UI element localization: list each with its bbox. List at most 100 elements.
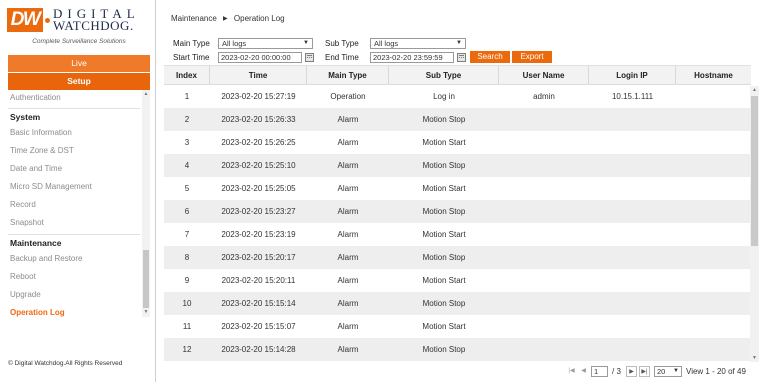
cell-time: 2023-02-20 15:15:07 [221,322,296,331]
cell-main-type: Alarm [337,207,359,216]
end-time-label: End Time [325,53,359,62]
search-button[interactable]: Search [470,51,510,63]
cell-index: 2 [184,115,190,124]
cell-user-name [499,177,589,200]
cell-hostname [676,131,751,154]
start-time-input[interactable]: 2023-02-20 00:00:00 [218,52,302,63]
scroll-up-arrow-icon[interactable]: ▲ [750,87,759,93]
previous-page-icon[interactable]: ◀ [578,366,589,377]
menu-group-system[interactable]: System [8,111,150,124]
cell-login-ip: 10.15.1.111 [611,92,654,101]
cell-time: 2023-02-20 15:27:19 [221,92,296,101]
chevron-down-icon: ▼ [456,40,462,46]
live-button[interactable]: Live [8,55,150,72]
last-page-icon[interactable]: ▶| [639,366,650,377]
cell-time: 2023-02-20 15:26:25 [221,138,296,147]
cell-hostname [676,177,751,200]
table-row[interactable]: 7 2023-02-20 15:23:19 Alarm Motion Start [164,223,751,246]
cell-time: 2023-02-20 15:23:19 [221,230,296,239]
cell-index: 4 [184,161,190,170]
cell-index: 9 [184,276,190,285]
page-size-value: 20 [657,367,666,376]
column-header-login-ip[interactable]: Login IP [589,66,676,84]
table-row[interactable]: 1 2023-02-20 15:27:19 Operation Log in a… [164,85,751,108]
menu-item-authentication[interactable]: Authentication [8,90,150,106]
menu-item-basic-information[interactable]: Basic Information [8,124,150,142]
cell-sub-type: Motion Stop [422,115,466,124]
menu-item-snapshot[interactable]: Snapshot [8,214,150,232]
setup-button[interactable]: Setup [8,73,150,90]
menu-item-micro-sd-management[interactable]: Micro SD Management [8,178,150,196]
column-header-main-type[interactable]: Main Type [307,66,389,84]
main-type-select[interactable]: All logs ▼ [218,38,313,49]
menu-group-maintenance[interactable]: Maintenance [8,237,150,250]
end-time-input[interactable]: 2023-02-20 23:59:59 [370,52,454,63]
column-header-hostname[interactable]: Hostname [676,66,751,84]
cell-hostname [676,269,751,292]
table-row[interactable]: 2 2023-02-20 15:26:33 Alarm Motion Stop [164,108,751,131]
calendar-icon[interactable] [457,53,466,62]
menu-item-record[interactable]: Record [8,196,150,214]
table-row[interactable]: 4 2023-02-20 15:25:10 Alarm Motion Stop [164,154,751,177]
cell-user-name [499,200,589,223]
table-row[interactable]: 9 2023-02-20 15:20:11 Alarm Motion Start [164,269,751,292]
scroll-down-arrow-icon[interactable]: ▼ [750,355,759,361]
menu-item-operation-log[interactable]: Operation Log [8,304,150,317]
cell-index: 12 [182,345,192,354]
breadcrumb-section[interactable]: Maintenance [171,14,217,23]
page-size-select[interactable]: 20 ▼ [654,366,682,377]
copyright-text: © Digital Watchdog.All Rights Reserved [8,360,123,367]
menu-item-backup-and-restore[interactable]: Backup and Restore [8,250,150,268]
cell-login-ip [589,315,676,338]
table-scrollbar-thumb[interactable] [751,96,758,246]
table-row[interactable]: 10 2023-02-20 15:15:14 Alarm Motion Stop [164,292,751,315]
menu-scrollbar[interactable]: ▲ ▼ [142,90,150,317]
cell-user-name [499,246,589,269]
logo-line-2: WATCHDOG. [53,18,134,33]
column-header-user-name[interactable]: User Name [499,66,589,84]
scroll-down-arrow-icon[interactable]: ▼ [143,309,149,315]
cell-index: 10 [182,299,192,308]
cell-user-name: admin [533,92,555,101]
menu-scrollbar-thumb[interactable] [143,250,149,308]
cell-login-ip [589,338,676,361]
table-scrollbar[interactable]: ▲ ▼ [750,86,759,363]
calendar-icon[interactable] [305,53,314,62]
page-number-input[interactable]: 1 [591,366,608,377]
column-header-sub-type[interactable]: Sub Type [389,66,499,84]
cell-sub-type: Log in [433,92,455,101]
table-row[interactable]: 11 2023-02-20 15:15:07 Alarm Motion Star… [164,315,751,338]
next-page-icon[interactable]: ▶ [626,366,637,377]
first-page-icon[interactable]: |◀ [566,366,577,377]
table-row[interactable]: 12 2023-02-20 15:14:28 Alarm Motion Stop [164,338,751,361]
export-button[interactable]: Export [512,51,552,63]
cell-index: 11 [182,322,192,331]
cell-user-name [499,269,589,292]
cell-hostname [676,223,751,246]
main-panel: Maintenance ▶ Operation Log Main Type Al… [164,0,762,382]
cell-user-name [499,154,589,177]
cell-index: 3 [184,138,190,147]
table-row[interactable]: 6 2023-02-20 15:23:27 Alarm Motion Stop [164,200,751,223]
scroll-up-arrow-icon[interactable]: ▲ [143,91,149,97]
menu-item-time-zone-dst[interactable]: Time Zone & DST [8,142,150,160]
sub-type-select[interactable]: All logs ▼ [370,38,466,49]
cell-login-ip [589,246,676,269]
table-row[interactable]: 5 2023-02-20 15:25:05 Alarm Motion Start [164,177,751,200]
cell-main-type: Operation [330,92,366,101]
menu-item-upgrade[interactable]: Upgrade [8,286,150,304]
column-header-time[interactable]: Time [210,66,307,84]
cell-user-name [499,338,589,361]
table-row[interactable]: 8 2023-02-20 15:20:17 Alarm Motion Stop [164,246,751,269]
table-row[interactable]: 3 2023-02-20 15:26:25 Alarm Motion Start [164,131,751,154]
cell-main-type: Alarm [337,299,359,308]
menu-divider [8,108,140,109]
cell-login-ip [589,292,676,315]
menu-item-reboot[interactable]: Reboot [8,268,150,286]
cell-login-ip [589,269,676,292]
cell-main-type: Alarm [337,230,359,239]
cell-main-type: Alarm [337,161,359,170]
menu-item-date-and-time[interactable]: Date and Time [8,160,150,178]
cell-login-ip [589,131,676,154]
column-header-index[interactable]: Index [164,66,210,84]
